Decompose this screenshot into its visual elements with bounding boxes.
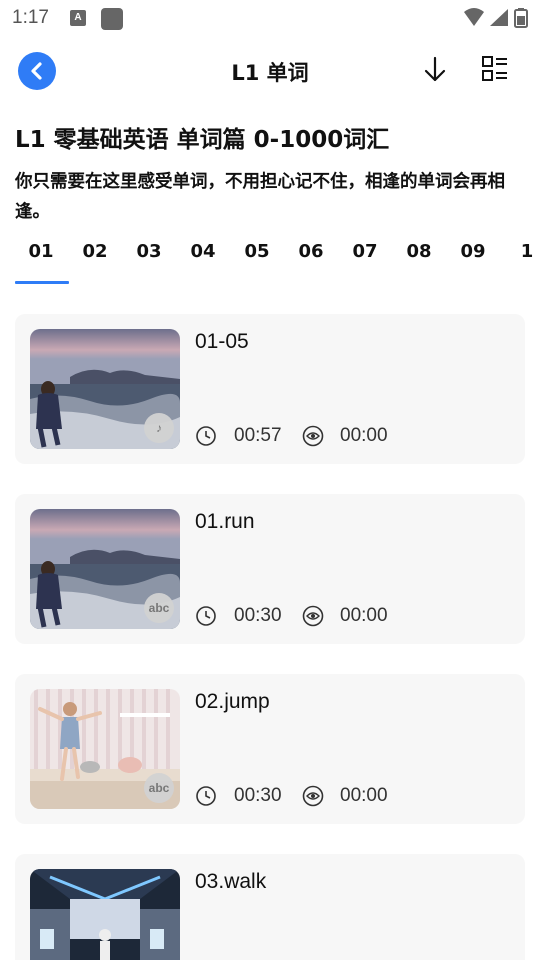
list-icon[interactable] xyxy=(480,54,510,84)
tab-09[interactable]: 09 xyxy=(446,241,500,262)
lesson-tabs: 01 02 03 04 05 06 07 08 09 1 xyxy=(0,236,540,286)
clock-icon xyxy=(196,786,216,806)
course-title: L1 零基础英语 单词篇 0-1000词汇 xyxy=(15,127,390,153)
wifi-icon xyxy=(464,8,484,26)
tab-07[interactable]: 07 xyxy=(338,241,392,262)
keyboard-a-icon: A xyxy=(70,10,86,26)
page-title: L1 单词 xyxy=(231,61,309,85)
video-thumbnail: abc xyxy=(30,509,180,629)
card-meta: 00:30 00:00 xyxy=(195,604,455,628)
watched-text: 00:00 xyxy=(340,605,388,626)
duration-text: 00:30 xyxy=(234,785,282,806)
tab-02[interactable]: 02 xyxy=(68,241,122,262)
video-thumbnail: abc xyxy=(30,689,180,809)
card-meta: 00:30 00:00 xyxy=(195,784,455,808)
duration-text: 00:57 xyxy=(234,425,282,446)
lesson-card[interactable]: abc 02.jump 00:30 00:00 xyxy=(15,674,525,824)
battery-icon xyxy=(514,8,528,28)
abc-icon: abc xyxy=(144,773,174,803)
signal-icon xyxy=(490,9,508,26)
tab-01[interactable]: 01 xyxy=(14,241,68,262)
card-title: 03.walk xyxy=(195,870,267,893)
watched-text: 00:00 xyxy=(340,425,388,446)
lesson-card[interactable]: abc 01.run 00:30 00:00 xyxy=(15,494,525,644)
video-thumbnail xyxy=(30,869,180,960)
status-icons xyxy=(464,8,528,28)
eye-icon xyxy=(302,605,324,627)
tab-08[interactable]: 08 xyxy=(392,241,446,262)
tab-04[interactable]: 04 xyxy=(176,241,230,262)
status-time: 1:17 xyxy=(12,7,49,28)
card-meta: 00:57 00:00 xyxy=(195,424,455,448)
eye-icon xyxy=(302,785,324,807)
tab-10[interactable]: 1 xyxy=(500,241,540,262)
download-icon[interactable] xyxy=(420,54,450,86)
card-title: 01.run xyxy=(195,510,255,533)
music-note-icon: ♪ xyxy=(144,413,174,443)
clock-icon xyxy=(196,606,216,626)
eye-icon xyxy=(302,425,324,447)
card-title: 02.jump xyxy=(195,690,270,713)
app-notification-icon xyxy=(101,8,123,30)
abc-icon: abc xyxy=(144,593,174,623)
lesson-card[interactable]: 03.walk xyxy=(15,854,525,960)
tab-03[interactable]: 03 xyxy=(122,241,176,262)
tab-05[interactable]: 05 xyxy=(230,241,284,262)
video-thumbnail: ♪ xyxy=(30,329,180,449)
course-description: 你只需要在这里感受单词，不用担心记不住，相逢的单词会再相逢。 xyxy=(15,172,505,222)
status-bar: 1:17 A xyxy=(0,0,540,36)
clock-icon xyxy=(196,426,216,446)
watched-text: 00:00 xyxy=(340,785,388,806)
card-title: 01-05 xyxy=(195,330,249,353)
tab-06[interactable]: 06 xyxy=(284,241,338,262)
duration-text: 00:30 xyxy=(234,605,282,626)
active-tab-indicator xyxy=(15,281,69,284)
app-header: L1 单词 xyxy=(0,48,540,92)
lesson-card[interactable]: ♪ 01-05 00:57 00:00 xyxy=(15,314,525,464)
